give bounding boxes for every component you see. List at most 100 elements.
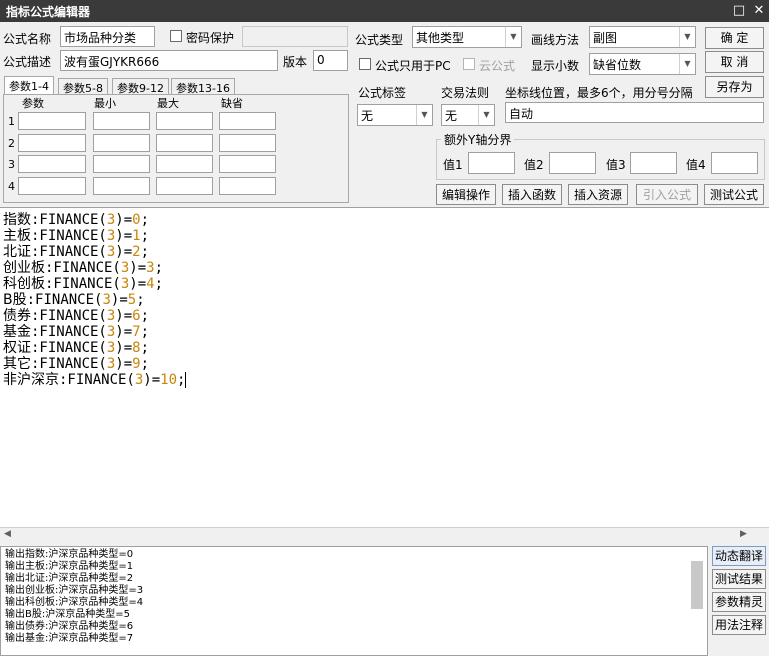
tab-params-9-12[interactable]: 参数9-12: [112, 78, 169, 95]
param-max-input[interactable]: [156, 112, 213, 130]
val1-input[interactable]: [468, 152, 515, 174]
tag-label: 公式标签: [358, 86, 407, 100]
tab-params-5-8[interactable]: 参数5-8: [58, 78, 108, 95]
insert-resource-button[interactable]: 插入资源: [568, 184, 628, 205]
name-input[interactable]: 市场品种分类: [60, 26, 155, 47]
val2-label: 值2: [524, 158, 544, 172]
param-row-number: 3: [8, 158, 15, 171]
close-icon[interactable]: ✕: [750, 2, 768, 20]
coord-input[interactable]: 自动: [505, 102, 764, 123]
draw-select-value: 副图: [593, 31, 618, 45]
password-input[interactable]: [242, 26, 348, 47]
output-line: 输出主板:沪深京品种类型=1: [5, 561, 134, 572]
ok-button[interactable]: 确 定: [705, 27, 764, 49]
type-label: 公式类型: [355, 33, 404, 47]
param-name-input[interactable]: [18, 134, 86, 152]
output-scrollbar-thumb[interactable]: [691, 561, 703, 609]
draw-label: 画线方法: [531, 33, 580, 47]
saveas-button[interactable]: 另存为: [705, 76, 764, 98]
chevron-down-icon: ▼: [416, 105, 432, 125]
output-pane[interactable]: 输出指数:沪深京品种类型=0 输出主板:沪深京品种类型=1 输出北证:沪深京品种…: [0, 546, 708, 656]
val4-label: 值4: [686, 158, 706, 172]
tab-params-1-4[interactable]: 参数1-4: [4, 76, 54, 95]
param-min-input[interactable]: [93, 155, 150, 173]
code-editor[interactable]: 指数:FINANCE(3)=0; 主板:FINANCE(3)=1; 北证:FIN…: [0, 207, 769, 527]
pc-only-label: 公式只用于PC: [375, 59, 451, 73]
dynamic-translate-button[interactable]: 动态翻译: [712, 546, 766, 566]
param-header-name: 参数: [22, 97, 44, 110]
chevron-down-icon: ▼: [679, 54, 695, 74]
param-max-input[interactable]: [156, 155, 213, 173]
param-header-max: 最大: [157, 97, 179, 110]
decimals-select[interactable]: 缺省位数 ▼: [589, 53, 696, 75]
name-label: 公式名称: [3, 32, 52, 46]
maximize-icon[interactable]: □: [730, 2, 748, 20]
param-min-input[interactable]: [93, 134, 150, 152]
chevron-down-icon: ▼: [505, 27, 521, 47]
param-default-input[interactable]: [219, 155, 276, 173]
param-name-input[interactable]: [18, 112, 86, 130]
param-max-input[interactable]: [156, 134, 213, 152]
yaxis-label: 额外Y轴分界: [441, 131, 515, 148]
password-label: 密码保护: [186, 31, 235, 45]
param-default-input[interactable]: [219, 134, 276, 152]
output-line: 输出科创板:沪深京品种类型=4: [5, 597, 144, 608]
pc-only-checkbox[interactable]: [359, 58, 371, 70]
scroll-right-icon[interactable]: ▶: [740, 529, 747, 539]
param-row-number: 2: [8, 137, 15, 150]
val2-input[interactable]: [549, 152, 596, 174]
cancel-button[interactable]: 取 消: [705, 51, 764, 73]
val1-label: 值1: [443, 158, 463, 172]
param-row-number: 1: [8, 115, 15, 128]
output-line: 输出债券:沪深京品种类型=6: [5, 621, 134, 632]
type-select-value: 其他类型: [416, 31, 465, 45]
param-min-input[interactable]: [93, 112, 150, 130]
import-formula-button[interactable]: 引入公式: [636, 184, 698, 205]
tab-params-13-16[interactable]: 参数13-16: [171, 78, 235, 95]
usage-notes-button[interactable]: 用法注释: [712, 615, 766, 635]
param-name-input[interactable]: [18, 155, 86, 173]
scroll-left-icon[interactable]: ◀: [4, 529, 11, 539]
title-bar: 指标公式编辑器 □ ✕: [0, 0, 769, 22]
param-min-input[interactable]: [93, 177, 150, 195]
val3-label: 值3: [606, 158, 626, 172]
horizontal-scrollbar[interactable]: ◀ ▶: [0, 527, 769, 543]
param-max-input[interactable]: [156, 177, 213, 195]
param-row-number: 4: [8, 180, 15, 193]
code-line: 非沪深京:FINANCE(3)=10;: [3, 372, 187, 388]
chevron-down-icon: ▼: [478, 105, 494, 125]
password-checkbox[interactable]: [170, 30, 182, 42]
output-line: 输出基金:沪深京品种类型=7: [5, 633, 134, 644]
chevron-down-icon: ▼: [679, 27, 695, 47]
trade-select[interactable]: 无 ▼: [441, 104, 495, 126]
type-select[interactable]: 其他类型 ▼: [412, 26, 522, 48]
desc-input[interactable]: 波有蛋GJYKR666: [60, 50, 278, 71]
version-input[interactable]: 0: [313, 50, 348, 71]
cloud-checkbox[interactable]: [463, 58, 475, 70]
decimals-label: 显示小数: [531, 59, 580, 73]
tag-select-value: 无: [361, 109, 374, 123]
draw-select[interactable]: 副图 ▼: [589, 26, 696, 48]
edit-ops-button[interactable]: 编辑操作: [436, 184, 496, 205]
param-name-input[interactable]: [18, 177, 86, 195]
trade-label: 交易法则: [441, 86, 490, 100]
param-header-default: 缺省: [221, 97, 243, 110]
test-result-button[interactable]: 测试结果: [712, 569, 766, 589]
output-line: 输出指数:沪深京品种类型=0: [5, 549, 134, 560]
param-default-input[interactable]: [219, 177, 276, 195]
param-wizard-button[interactable]: 参数精灵: [712, 592, 766, 612]
val4-input[interactable]: [711, 152, 758, 174]
tag-select[interactable]: 无 ▼: [357, 104, 433, 126]
val3-input[interactable]: [630, 152, 677, 174]
decimals-select-value: 缺省位数: [593, 58, 642, 72]
cloud-label: 云公式: [479, 59, 516, 73]
desc-label: 公式描述: [3, 55, 52, 69]
param-header-min: 最小: [94, 97, 116, 110]
window-title: 指标公式编辑器: [6, 5, 91, 19]
trade-select-value: 无: [445, 109, 458, 123]
param-default-input[interactable]: [219, 112, 276, 130]
output-line: 输出北证:沪深京品种类型=2: [5, 573, 134, 584]
test-formula-button[interactable]: 测试公式: [704, 184, 764, 205]
output-line: 输出B股:沪深京品种类型=5: [5, 609, 130, 620]
insert-function-button[interactable]: 插入函数: [502, 184, 562, 205]
